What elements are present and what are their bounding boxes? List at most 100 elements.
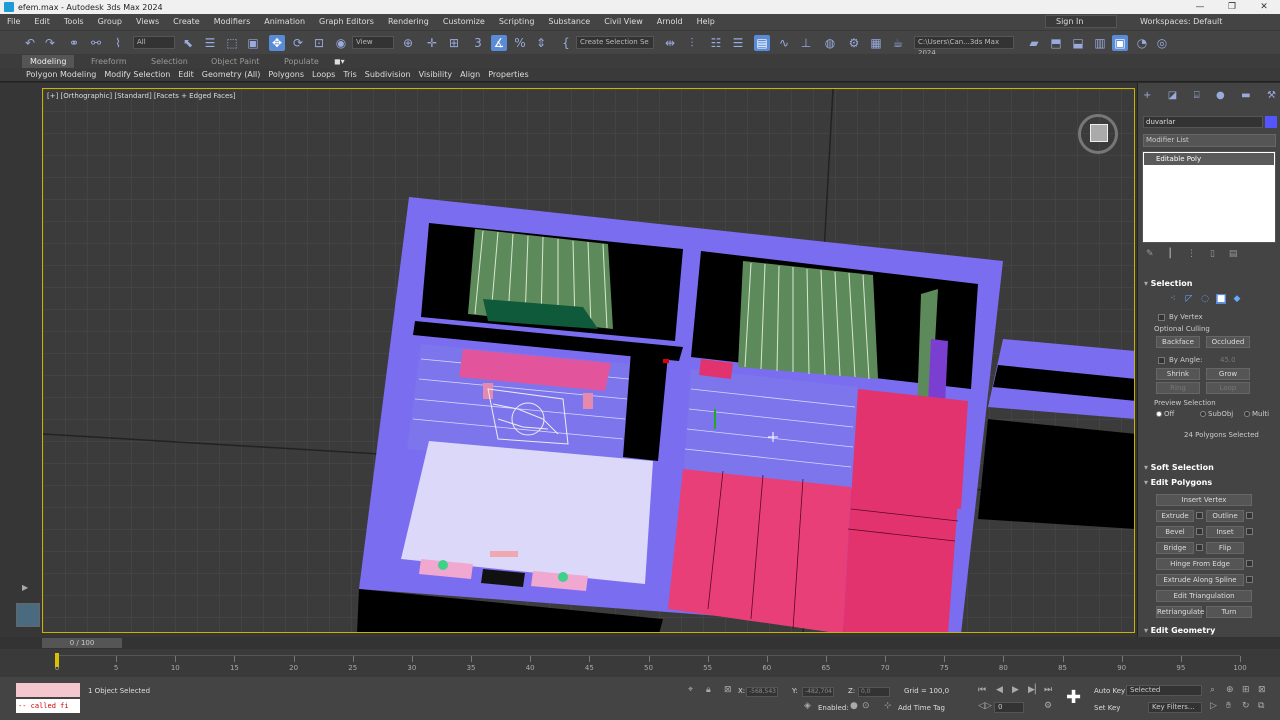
- project-folder-icon[interactable]: ▰: [1026, 35, 1042, 51]
- orbit-icon[interactable]: ↻: [1242, 701, 1250, 711]
- by-angle-checkbox[interactable]: [1158, 357, 1165, 364]
- ribbon-visibility[interactable]: Visibility: [415, 70, 457, 79]
- close-button[interactable]: ✕: [1248, 0, 1280, 14]
- ribbon-properties[interactable]: Properties: [484, 70, 532, 79]
- keyboard-shortcut-icon[interactable]: ⊞: [446, 35, 462, 51]
- selection-rollout-title[interactable]: Selection: [1144, 279, 1193, 288]
- arnold-icon[interactable]: ◔: [1134, 35, 1150, 51]
- select-object-icon[interactable]: ⬉: [180, 35, 196, 51]
- ribbon-edit[interactable]: Edit: [174, 70, 198, 79]
- ribbon-geometry-all[interactable]: Geometry (All): [198, 70, 265, 79]
- auto-key-button[interactable]: Auto Key: [1094, 687, 1125, 695]
- scene-canvas[interactable]: [43, 89, 1135, 633]
- create-tab-icon[interactable]: +: [1143, 89, 1151, 103]
- ribbon-polygons[interactable]: Polygons: [264, 70, 308, 79]
- modifier-list-dropdown[interactable]: Modifier List: [1143, 134, 1276, 147]
- add-time-tag-button[interactable]: Add Time Tag: [898, 704, 945, 712]
- viewport-label[interactable]: [+] [Orthographic] [Standard] [Facets + …: [47, 92, 236, 100]
- polygon-level-icon[interactable]: ■: [1216, 294, 1226, 304]
- viewcube-icon[interactable]: [1078, 114, 1118, 154]
- scene-explorer-icon[interactable]: ☷: [708, 35, 724, 51]
- show-end-result-icon[interactable]: ┃: [1168, 249, 1173, 263]
- curve-editor-icon[interactable]: ∿: [776, 35, 792, 51]
- perspective-viewport[interactable]: [+] [Orthographic] [Standard] [Facets + …: [42, 88, 1135, 633]
- current-frame-marker[interactable]: [55, 653, 59, 667]
- open-project-icon[interactable]: ⬒: [1048, 35, 1064, 51]
- named-selection-dropdown[interactable]: Create Selection Se: [576, 36, 654, 49]
- utilities-tab-icon[interactable]: ⚒: [1267, 89, 1276, 103]
- zoom-all-icon[interactable]: ⊕: [1226, 685, 1234, 695]
- ribbon-subdivision[interactable]: Subdivision: [361, 70, 415, 79]
- occluded-button[interactable]: Occluded: [1206, 336, 1250, 348]
- mirror-icon[interactable]: ⇹: [662, 35, 678, 51]
- minimize-button[interactable]: —: [1184, 0, 1216, 14]
- align-icon[interactable]: ⫶: [684, 35, 700, 51]
- select-rotate-icon[interactable]: ⟳: [290, 35, 306, 51]
- ribbon-polygon-modeling[interactable]: Polygon Modeling: [22, 70, 100, 79]
- bevel-button[interactable]: Bevel: [1156, 526, 1194, 538]
- ribbon-loops[interactable]: Loops: [308, 70, 339, 79]
- undo-icon[interactable]: ↶: [22, 35, 38, 51]
- display-tab-icon[interactable]: ▬: [1241, 89, 1250, 103]
- hinge-from-edge-button[interactable]: Hinge From Edge: [1156, 558, 1244, 570]
- ring-button[interactable]: Ring: [1156, 382, 1200, 394]
- shrink-button[interactable]: Shrink: [1156, 368, 1200, 380]
- viewport-layout-icon[interactable]: ▶: [22, 583, 28, 592]
- zoom-extents-icon[interactable]: ⊞: [1242, 685, 1250, 695]
- soft-selection-rollout-title[interactable]: Soft Selection: [1144, 463, 1214, 472]
- hinge-settings-icon[interactable]: [1246, 560, 1253, 567]
- make-unique-icon[interactable]: ⋮: [1187, 249, 1196, 263]
- extrude-button[interactable]: Extrude: [1156, 510, 1194, 522]
- adaptive-degradation-icon[interactable]: ◈: [804, 701, 811, 711]
- enabled-toggle-icon[interactable]: ●: [850, 701, 858, 711]
- unlink-icon[interactable]: ⚯: [88, 35, 104, 51]
- menu-create[interactable]: Create: [166, 14, 207, 30]
- ribbon-options-icon[interactable]: ◼▾: [334, 55, 345, 68]
- menu-civil-view[interactable]: Civil View: [597, 14, 650, 30]
- zoom-icon[interactable]: ⌕: [1210, 685, 1215, 695]
- menu-modifiers[interactable]: Modifiers: [207, 14, 258, 30]
- z-coord-field[interactable]: 0,0: [858, 687, 890, 697]
- bridge-settings-icon[interactable]: [1196, 544, 1203, 551]
- pin-stack-icon[interactable]: ✎: [1146, 249, 1154, 263]
- edit-named-selection-icon[interactable]: {: [558, 35, 574, 51]
- outline-settings-icon[interactable]: [1246, 512, 1253, 519]
- ribbon-tab-populate[interactable]: Populate: [284, 55, 319, 68]
- inset-button[interactable]: Inset: [1206, 526, 1244, 538]
- rendered-frame-icon[interactable]: ▦: [868, 35, 884, 51]
- stack-item-editable-poly[interactable]: Editable Poly: [1144, 153, 1274, 165]
- maximize-button[interactable]: ❐: [1216, 0, 1248, 14]
- snaps-toggle-icon[interactable]: 3: [470, 35, 486, 51]
- menu-help[interactable]: Help: [690, 14, 722, 30]
- spinner-snap-icon[interactable]: ⇕: [533, 35, 549, 51]
- extrude-settings-icon[interactable]: [1196, 512, 1203, 519]
- time-slider[interactable]: 0 / 100: [42, 638, 122, 648]
- bridge-button[interactable]: Bridge: [1156, 542, 1194, 554]
- set-key-big-icon[interactable]: ✚: [1066, 687, 1081, 708]
- key-filters-button[interactable]: Key Filters...: [1148, 702, 1202, 713]
- menu-tools[interactable]: Tools: [57, 14, 91, 30]
- set-key-button[interactable]: Set Key: [1094, 704, 1120, 712]
- rect-selection-icon[interactable]: ⬚: [224, 35, 240, 51]
- remove-modifier-icon[interactable]: ▯: [1210, 249, 1215, 263]
- ribbon-tab-freeform[interactable]: Freeform: [91, 55, 127, 68]
- x-coord-field[interactable]: -568,543: [746, 687, 778, 697]
- outline-button[interactable]: Outline: [1206, 510, 1244, 522]
- backface-button[interactable]: Backface: [1156, 336, 1200, 348]
- select-scale-icon[interactable]: ⊡: [311, 35, 327, 51]
- menu-substance[interactable]: Substance: [541, 14, 597, 30]
- schematic-view-icon[interactable]: ⊥: [798, 35, 814, 51]
- render-setup-icon[interactable]: ⚙: [846, 35, 862, 51]
- time-tag-add-icon[interactable]: ⊹: [884, 701, 892, 711]
- viewport-layout-tab[interactable]: [16, 603, 40, 627]
- maxscript-output[interactable]: -- called fi: [16, 699, 80, 713]
- configure-sets-icon[interactable]: ▤: [1229, 249, 1238, 263]
- ribbon-align[interactable]: Align: [456, 70, 484, 79]
- key-mode-dropdown[interactable]: Selected: [1126, 685, 1202, 696]
- time-config-icon[interactable]: ⚙: [1044, 701, 1052, 711]
- inset-settings-icon[interactable]: [1246, 528, 1253, 535]
- toggle-command-panel-icon[interactable]: ▣: [1112, 35, 1128, 51]
- border-level-icon[interactable]: ◌: [1200, 294, 1210, 304]
- retriangulate-button[interactable]: Retriangulate: [1156, 606, 1204, 618]
- menu-customize[interactable]: Customize: [436, 14, 492, 30]
